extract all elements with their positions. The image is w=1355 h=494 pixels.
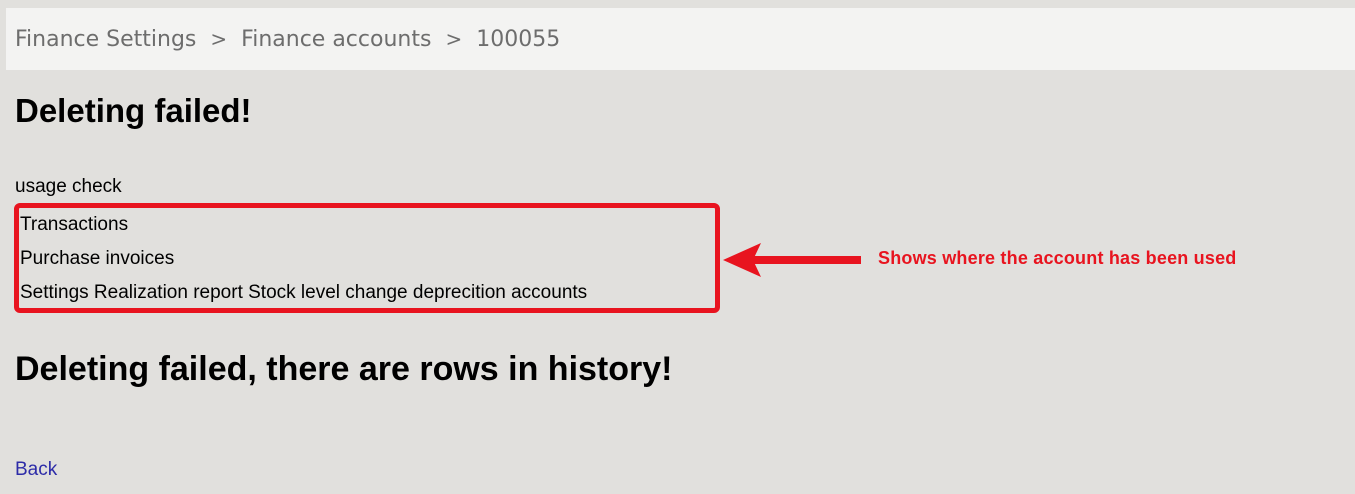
breadcrumb-item-finance-accounts[interactable]: Finance accounts — [241, 27, 431, 52]
arrow-left-icon — [723, 243, 861, 277]
usage-check-label: usage check — [15, 176, 122, 197]
list-item: Settings Realization report Stock level … — [20, 282, 588, 303]
breadcrumb-separator: > — [210, 27, 228, 51]
breadcrumb-item-finance-settings[interactable]: Finance Settings — [15, 27, 196, 52]
usage-list: Transactions Purchase invoices Settings … — [20, 208, 587, 310]
breadcrumb: Finance Settings > Finance accounts > 10… — [6, 8, 1355, 70]
page-title: Deleting failed! — [15, 92, 252, 129]
breadcrumb-item-account-number: 100055 — [476, 26, 561, 52]
back-link[interactable]: Back — [15, 459, 57, 481]
history-error-heading: Deleting failed, there are rows in histo… — [15, 350, 673, 388]
annotation-callout: Shows where the account has been used — [878, 248, 1237, 268]
list-item: Transactions — [20, 214, 129, 235]
breadcrumb-separator: > — [445, 27, 463, 51]
list-item: Purchase invoices — [20, 248, 175, 269]
